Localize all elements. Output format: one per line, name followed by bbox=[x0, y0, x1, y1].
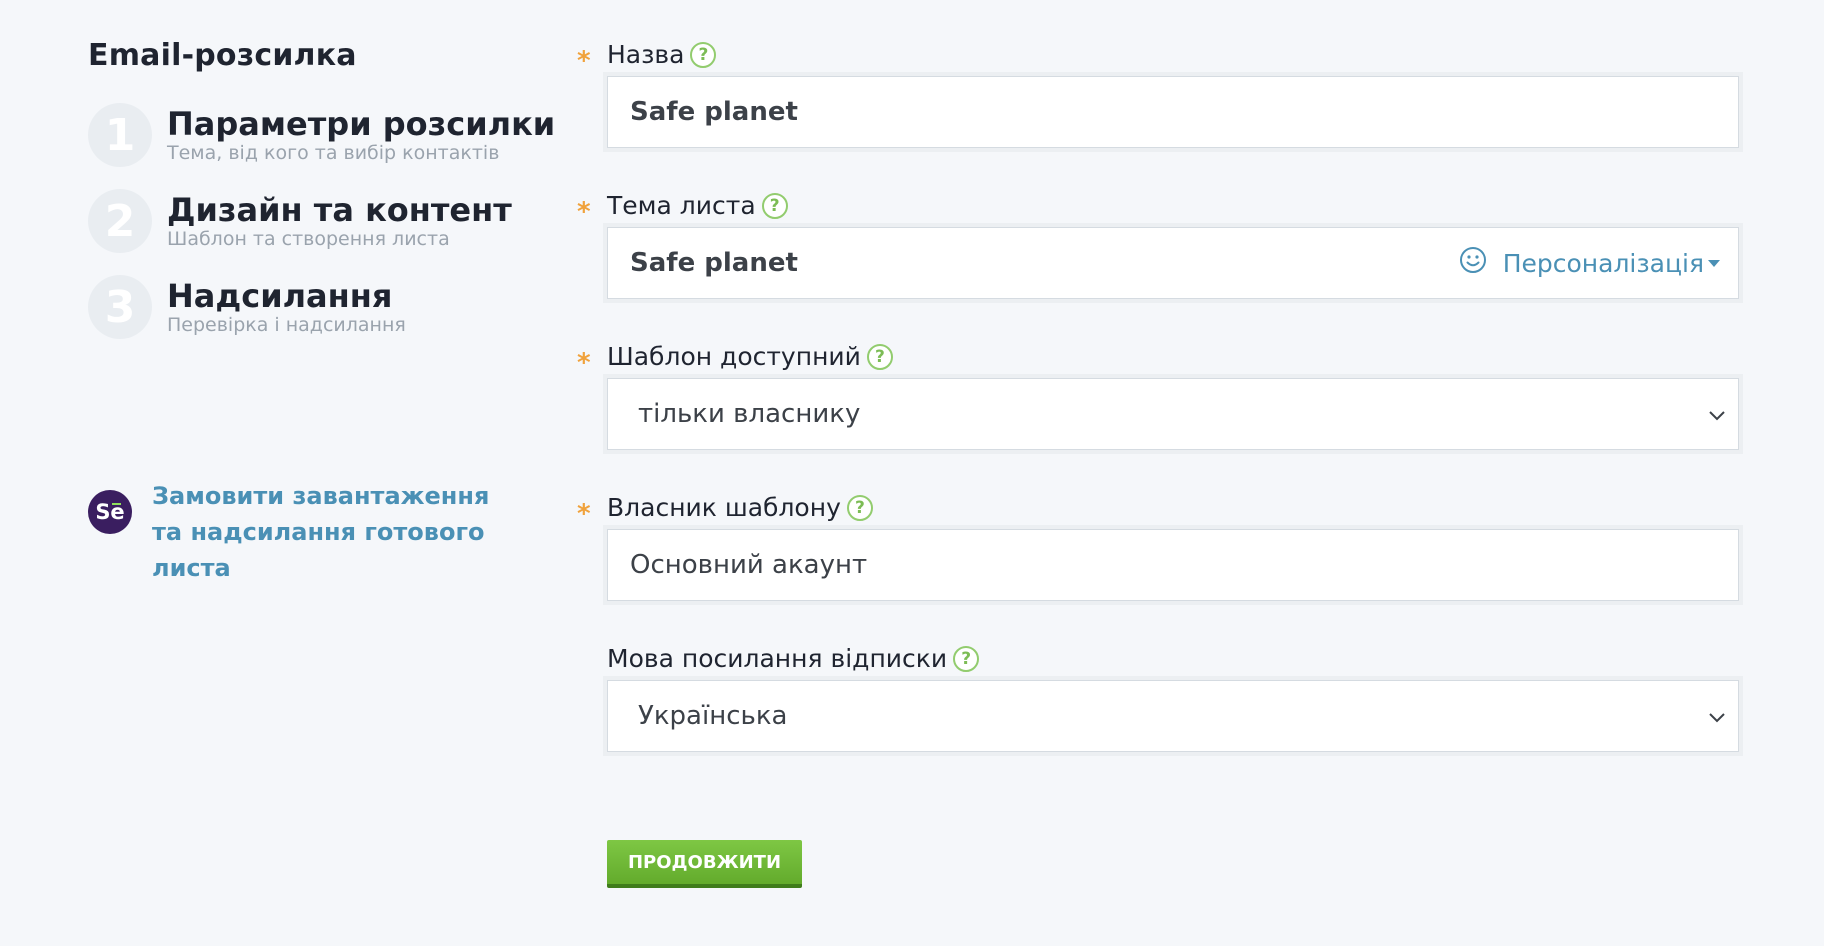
sidebar: Email-розсилка 1 Параметри розсилки Тема… bbox=[88, 38, 555, 582]
personalization-dropdown[interactable]: Персоналізація bbox=[1459, 228, 1720, 298]
continue-button[interactable]: ПРОДОВЖИТИ bbox=[607, 840, 802, 888]
smile-icon[interactable] bbox=[1459, 246, 1487, 280]
template-owner-value: Основний акаунт bbox=[630, 550, 868, 580]
step-subtitle: Перевірка і надсилання bbox=[167, 314, 406, 336]
step-2[interactable]: 2 Дизайн та контент Шаблон та створення … bbox=[88, 189, 528, 253]
field-label: Тема листа ? bbox=[607, 191, 788, 220]
help-icon[interactable]: ? bbox=[866, 343, 893, 370]
steps-list: 1 Параметри розсилки Тема, від кого та в… bbox=[88, 103, 555, 339]
name-value: Safe planet bbox=[630, 97, 798, 127]
help-icon[interactable]: ? bbox=[761, 192, 788, 219]
step-subtitle: Тема, від кого та вибір контактів bbox=[167, 142, 500, 164]
field-label: Власник шаблону ? bbox=[607, 493, 873, 522]
step-title: Параметри розсилки bbox=[167, 105, 556, 143]
step-number: 3 bbox=[88, 275, 152, 339]
required-marker: * bbox=[577, 46, 591, 76]
template-access-select[interactable]: тільки власнику bbox=[607, 378, 1739, 450]
subject-value: Safe planet bbox=[630, 248, 798, 278]
subject-input[interactable]: Safe planet Персоналізація bbox=[607, 227, 1739, 299]
chevron-down-icon bbox=[1706, 403, 1728, 433]
step-subtitle: Шаблон та створення листа bbox=[167, 228, 450, 250]
unsubscribe-language-select[interactable]: Українська bbox=[607, 680, 1739, 752]
field-label: Шаблон доступний ? bbox=[607, 342, 893, 371]
step-title: Надсилання bbox=[167, 277, 393, 315]
page-title: Email-розсилка bbox=[88, 38, 357, 73]
order-upload-link[interactable]: Se Замовити завантаження та надсилання г… bbox=[88, 478, 512, 586]
required-marker: * bbox=[577, 348, 591, 378]
step-title: Дизайн та контент bbox=[167, 191, 512, 229]
field-label: Мова посилання відписки ? bbox=[607, 644, 980, 673]
personalization-label: Персоналізація bbox=[1502, 248, 1704, 278]
order-link-text[interactable]: Замовити завантаження та надсилання гото… bbox=[152, 478, 512, 586]
unsubscribe-language-value: Українська bbox=[638, 701, 788, 731]
name-input[interactable]: Safe planet bbox=[607, 76, 1739, 148]
step-number: 2 bbox=[88, 189, 152, 253]
step-number: 1 bbox=[88, 103, 152, 167]
required-marker: * bbox=[577, 499, 591, 529]
required-marker: * bbox=[577, 197, 591, 227]
chevron-down-icon bbox=[1706, 705, 1728, 735]
se-logo-icon: Se bbox=[88, 490, 132, 534]
template-access-value: тільки власнику bbox=[638, 399, 861, 429]
help-icon[interactable]: ? bbox=[690, 41, 717, 68]
help-icon[interactable]: ? bbox=[953, 645, 980, 672]
help-icon[interactable]: ? bbox=[846, 494, 873, 521]
step-3[interactable]: 3 Надсилання Перевірка і надсилання bbox=[88, 275, 528, 339]
field-label: Назва ? bbox=[607, 40, 717, 69]
caret-down-icon bbox=[1708, 259, 1720, 267]
step-1[interactable]: 1 Параметри розсилки Тема, від кого та в… bbox=[88, 103, 555, 167]
template-owner-input[interactable]: Основний акаунт bbox=[607, 529, 1739, 601]
